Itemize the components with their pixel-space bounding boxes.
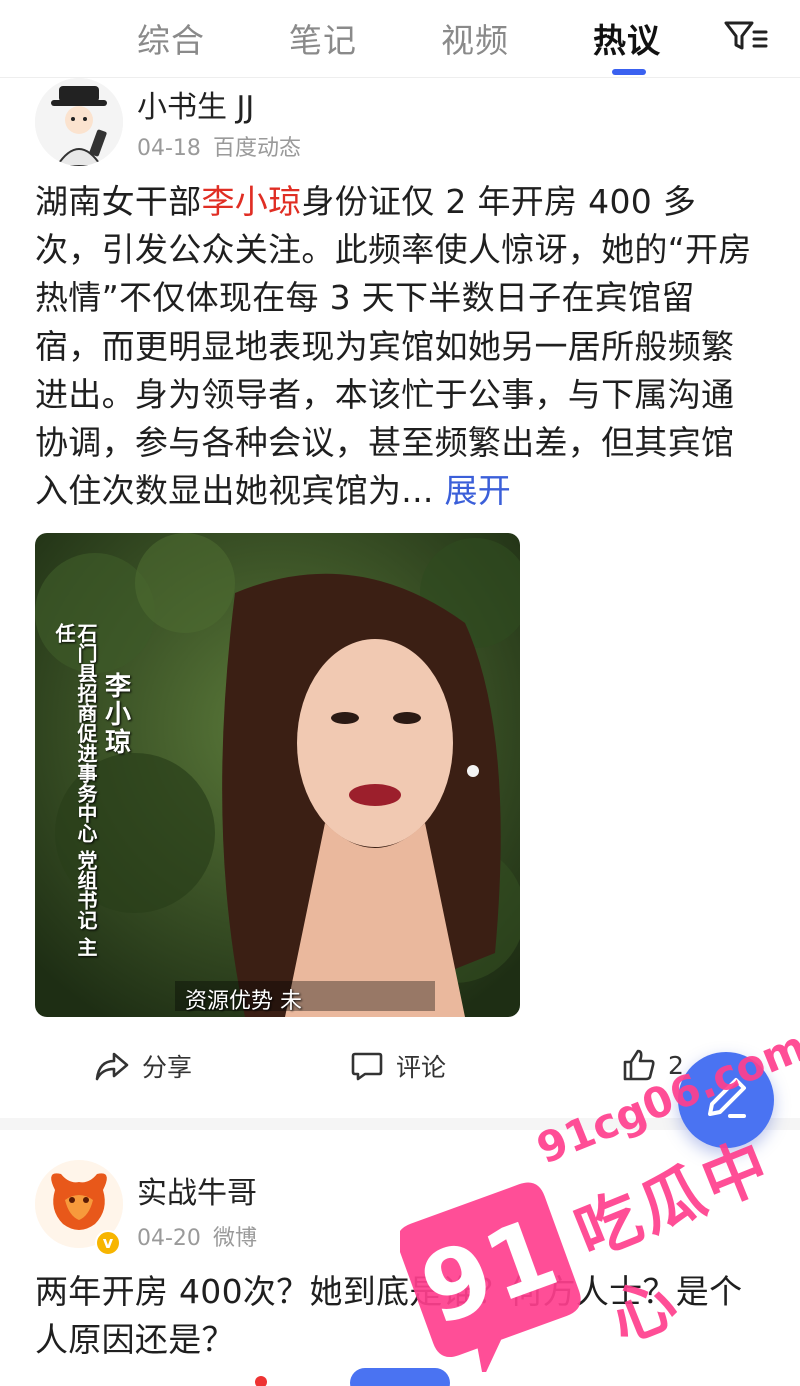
bottom-action-pill[interactable] (350, 1368, 450, 1386)
post-meta: 04-20 微博 (137, 1220, 257, 1252)
post-date: 04-20 (137, 1226, 201, 1251)
share-icon (95, 1052, 129, 1081)
highlighted-name[interactable]: 李小琼 (202, 182, 302, 221)
feed-post[interactable]: 小书生 JJ 04-18 百度动态 湖南女干部李小琼身份证仅 2 年开房 400 … (0, 78, 800, 1118)
author-avatar[interactable] (35, 78, 123, 166)
image-caption-title: 石门县招商促进事务中心 党组书记 主任 (52, 623, 98, 957)
author-name[interactable]: 小书生 JJ (137, 82, 254, 126)
post-date: 04-18 (137, 136, 201, 161)
comment-label: 评论 (396, 1053, 447, 1082)
comment-button[interactable]: 评论 (350, 1048, 446, 1084)
tab-comprehensive[interactable]: 综合 (137, 14, 205, 62)
share-button[interactable]: 分享 (94, 1048, 192, 1084)
tab-videos[interactable]: 视频 (441, 14, 509, 62)
thumbs-up-icon (623, 1049, 655, 1081)
filter-icon[interactable] (722, 18, 768, 54)
tab-bar: 综合 笔记 视频 热议 (0, 0, 800, 78)
tab-hot-discussion[interactable]: 热议 (593, 14, 661, 62)
notification-dot (255, 1376, 267, 1386)
post-source: 百度动态 (212, 136, 301, 161)
image-caption-name: 李小琼 (105, 672, 132, 758)
comment-icon (351, 1052, 383, 1081)
author-name[interactable]: 实战牛哥 (137, 1168, 257, 1212)
tab-notes[interactable]: 笔记 (289, 14, 357, 62)
post-image[interactable]: 李小琼 石门县招商促进事务中心 党组书记 主任 资源优势 未 (35, 533, 520, 1017)
post-text-after: 身份证仅 2 年开房 400 多次，引发公众关注。此频率使人惊讶，她的“开房热情… (35, 182, 752, 511)
post-body[interactable]: 湖南女干部李小琼身份证仅 2 年开房 400 多次，引发公众关注。此频率使人惊讶… (35, 178, 755, 515)
post-text-before: 湖南女干部 (35, 182, 202, 221)
active-tab-indicator (612, 69, 646, 75)
share-label: 分享 (142, 1053, 193, 1082)
verified-badge: v (95, 1230, 121, 1256)
expand-link[interactable]: 展开 (444, 471, 511, 510)
post-meta: 04-18 百度动态 (137, 130, 301, 162)
post-source: 微博 (212, 1226, 257, 1251)
image-subtitle: 资源优势 未 (185, 989, 302, 1014)
